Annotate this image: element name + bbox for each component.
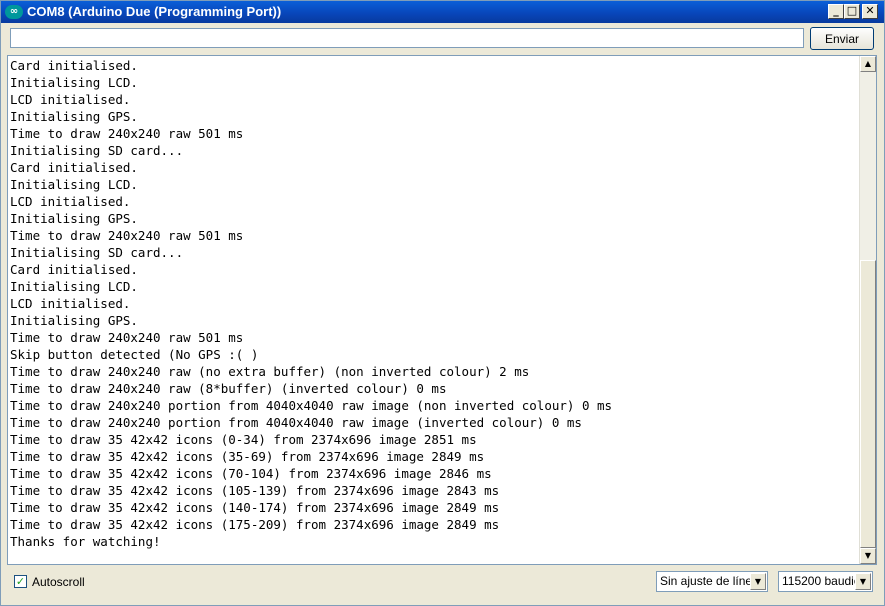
serial-line: Initialising LCD. bbox=[10, 177, 138, 192]
serial-line: Time to draw 240x240 portion from 4040x4… bbox=[10, 415, 582, 430]
close-button[interactable]: ✕ bbox=[862, 4, 878, 19]
serial-line: Initialising GPS. bbox=[10, 109, 138, 124]
chevron-down-icon[interactable]: ▼ bbox=[855, 573, 871, 590]
autoscroll-label[interactable]: Autoscroll bbox=[32, 575, 85, 589]
serial-line: Initialising LCD. bbox=[10, 279, 138, 294]
serial-line: Card initialised. bbox=[10, 160, 138, 175]
serial-line: Time to draw 35 42x42 icons (105-139) fr… bbox=[10, 483, 500, 498]
serial-line: Card initialised. bbox=[10, 58, 138, 73]
serial-line: LCD initialised. bbox=[10, 296, 131, 311]
vertical-scrollbar[interactable]: ▲ ▼ bbox=[859, 56, 876, 564]
serial-line: Initialising GPS. bbox=[10, 211, 138, 226]
maximize-button[interactable]: □ bbox=[844, 4, 860, 19]
arduino-icon: ∞ bbox=[5, 5, 23, 19]
chevron-down-icon[interactable]: ▼ bbox=[750, 573, 766, 590]
scroll-down-button[interactable]: ▼ bbox=[860, 548, 876, 564]
serial-line: Skip button detected (No GPS :( ) bbox=[10, 347, 259, 362]
scroll-thumb[interactable] bbox=[860, 260, 876, 548]
serial-line: Thanks for watching! bbox=[10, 534, 161, 549]
serial-line: Time to draw 35 42x42 icons (0-34) from … bbox=[10, 432, 477, 447]
serial-line: Initialising GPS. bbox=[10, 313, 138, 328]
serial-line: Time to draw 240x240 raw (no extra buffe… bbox=[10, 364, 530, 379]
serial-monitor-window: ∞ COM8 (Arduino Due (Programming Port)) … bbox=[0, 0, 885, 606]
serial-line: Time to draw 35 42x42 icons (175-209) fr… bbox=[10, 517, 500, 532]
serial-line: LCD initialised. bbox=[10, 92, 131, 107]
baud-rate-value: 115200 baudio bbox=[782, 574, 861, 588]
serial-line: Time to draw 240x240 raw 501 ms bbox=[10, 126, 244, 141]
send-button[interactable]: Enviar bbox=[810, 27, 874, 50]
serial-line: Time to draw 240x240 portion from 4040x4… bbox=[10, 398, 613, 413]
serial-line: Initialising SD card... bbox=[10, 245, 184, 260]
serial-output[interactable]: Card initialised. Initialising LCD. LCD in… bbox=[7, 55, 877, 565]
serial-line: Card initialised. bbox=[10, 262, 138, 277]
serial-line: Time to draw 240x240 raw 501 ms bbox=[10, 228, 244, 243]
serial-lines: Card initialised. Initialising LCD. LCD in… bbox=[10, 57, 612, 550]
line-ending-value: Sin ajuste de línea bbox=[660, 574, 759, 588]
scroll-up-button[interactable]: ▲ bbox=[860, 56, 876, 72]
serial-line: Time to draw 240x240 raw 501 ms bbox=[10, 330, 244, 345]
serial-line: Initialising LCD. bbox=[10, 75, 138, 90]
serial-line: Initialising SD card... bbox=[10, 143, 184, 158]
title-bar[interactable]: ∞ COM8 (Arduino Due (Programming Port)) … bbox=[1, 1, 884, 23]
baud-rate-select[interactable]: 115200 baudio ▼ bbox=[778, 571, 873, 592]
serial-line: Time to draw 35 42x42 icons (140-174) fr… bbox=[10, 500, 500, 515]
line-ending-select[interactable]: Sin ajuste de línea ▼ bbox=[656, 571, 768, 592]
serial-line: LCD initialised. bbox=[10, 194, 131, 209]
send-input[interactable] bbox=[10, 28, 804, 48]
autoscroll-checkbox[interactable]: ✓ bbox=[14, 575, 27, 588]
serial-line: Time to draw 35 42x42 icons (35-69) from… bbox=[10, 449, 485, 464]
minimize-button[interactable]: _ bbox=[828, 4, 844, 19]
serial-line: Time to draw 35 42x42 icons (70-104) fro… bbox=[10, 466, 492, 481]
window-title: COM8 (Arduino Due (Programming Port)) bbox=[27, 4, 282, 19]
serial-line: Time to draw 240x240 raw (8*buffer) (inv… bbox=[10, 381, 447, 396]
